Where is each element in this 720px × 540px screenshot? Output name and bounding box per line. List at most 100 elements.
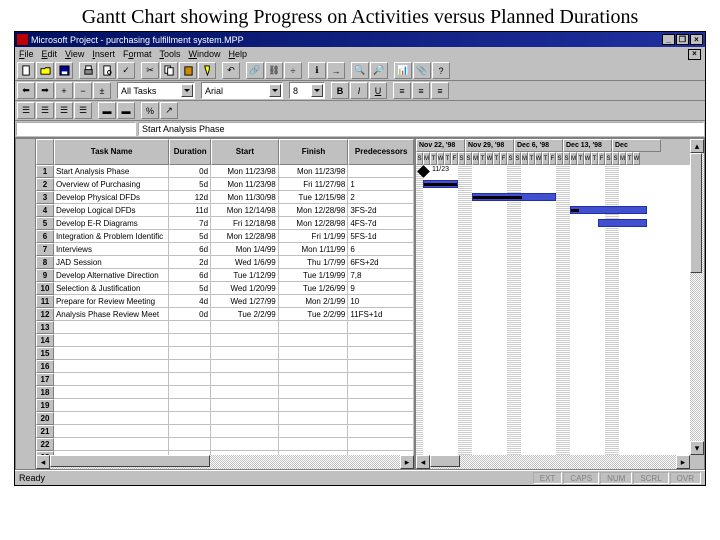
info-button[interactable]: ℹ — [308, 62, 326, 79]
menu-insert[interactable]: Insert — [92, 49, 115, 59]
table-row[interactable]: 4Develop Logical DFDs11dMon 12/14/98Mon … — [36, 204, 414, 217]
table-row[interactable]: 9Develop Alternative Direction6dTue 1/12… — [36, 269, 414, 282]
help-button[interactable]: ? — [432, 62, 450, 79]
zoom-in-button[interactable]: 🔍 — [351, 62, 369, 79]
table-row[interactable]: 8JAD Session2dWed 1/6/99Thu 1/7/996FS+2d — [36, 256, 414, 269]
menu-help[interactable]: Help — [228, 49, 247, 59]
gantt-body[interactable]: 11/23 — [416, 165, 690, 455]
tracking-btn8[interactable]: ↗ — [160, 102, 178, 119]
table-row[interactable]: 17 — [36, 373, 414, 386]
table-row[interactable]: 1Start Analysis Phase0dMon 11/23/98Mon 1… — [36, 165, 414, 178]
table-row[interactable]: 2Overview of Purchasing5dMon 11/23/98Fri… — [36, 178, 414, 191]
gantt-bar[interactable] — [472, 193, 556, 201]
table-row[interactable]: 22 — [36, 438, 414, 451]
mdi-close-button[interactable]: × — [688, 49, 701, 60]
menu-format[interactable]: Format — [123, 49, 152, 59]
save-button[interactable] — [55, 62, 73, 79]
hide-subtasks-button[interactable]: − — [74, 82, 92, 99]
menu-tools[interactable]: Tools — [159, 49, 180, 59]
entry-field[interactable]: Start Analysis Phase — [138, 122, 704, 136]
goto-button[interactable]: → — [327, 62, 345, 79]
font-combo[interactable]: Arial — [201, 82, 283, 99]
zoom-out-button[interactable]: 🔎 — [370, 62, 388, 79]
table-row[interactable]: 15 — [36, 347, 414, 360]
table-row[interactable]: 5Develop E-R Diagrams7dFri 12/18/98Mon 1… — [36, 217, 414, 230]
tracking-btn7[interactable]: % — [141, 102, 159, 119]
gantt-bar[interactable] — [570, 206, 647, 214]
tracking-btn3[interactable]: ☰ — [55, 102, 73, 119]
menu-edit[interactable]: Edit — [42, 49, 58, 59]
copy-button[interactable] — [160, 62, 178, 79]
paste-button[interactable] — [179, 62, 197, 79]
menu-view[interactable]: View — [65, 49, 84, 59]
split-button[interactable]: ÷ — [284, 62, 302, 79]
maximize-button[interactable]: ❐ — [676, 34, 689, 45]
menu-file[interactable]: File — [19, 49, 34, 59]
vscroll[interactable]: ▴ ▾ — [690, 139, 704, 469]
table-row[interactable]: 7Interviews6dMon 1/4/99Mon 1/11/996 — [36, 243, 414, 256]
tracking-btn5[interactable]: ▬ — [98, 102, 116, 119]
col-indicator[interactable] — [36, 139, 54, 165]
timescale-header[interactable]: Nov 22, '98Nov 29, '98Dec 6, '98Dec 13, … — [416, 139, 690, 165]
col-finish[interactable]: Finish — [279, 139, 349, 165]
table-row[interactable]: 18 — [36, 386, 414, 399]
print-button[interactable] — [79, 62, 97, 79]
col-name[interactable]: Task Name — [54, 139, 169, 165]
scroll-left-icon[interactable]: ◂ — [416, 455, 430, 469]
table-row[interactable]: 3Develop Physical DFDs12dMon 11/30/98Tue… — [36, 191, 414, 204]
col-pred[interactable]: Predecessors — [348, 139, 414, 165]
underline-button[interactable]: U — [369, 82, 387, 99]
gantt-wizard-button[interactable]: 📊 — [394, 62, 412, 79]
scroll-right-icon[interactable]: ▸ — [676, 455, 690, 469]
table-row[interactable]: 16 — [36, 360, 414, 373]
table-row[interactable]: 19 — [36, 399, 414, 412]
print-preview-button[interactable] — [98, 62, 116, 79]
show-all-button[interactable]: ± — [93, 82, 111, 99]
close-button[interactable]: × — [690, 34, 703, 45]
scroll-up-icon[interactable]: ▴ — [690, 139, 704, 153]
cell-reference[interactable] — [16, 122, 136, 136]
table-row[interactable]: 14 — [36, 334, 414, 347]
spelling-button[interactable]: ✓ — [117, 62, 135, 79]
table-row[interactable]: 13 — [36, 321, 414, 334]
filter-combo[interactable]: All Tasks — [117, 82, 195, 99]
menu-window[interactable]: Window — [188, 49, 220, 59]
tracking-btn4[interactable]: ☰ — [74, 102, 92, 119]
indent-button[interactable]: ➡ — [36, 82, 54, 99]
gantt-bar[interactable] — [598, 219, 647, 227]
format-painter-button[interactable] — [198, 62, 216, 79]
scroll-right-icon[interactable]: ▸ — [400, 455, 414, 469]
tracking-btn2[interactable]: ☰ — [36, 102, 54, 119]
bold-button[interactable]: B — [331, 82, 349, 99]
show-subtasks-button[interactable]: + — [55, 82, 73, 99]
table-row[interactable]: 10Selection & Justification5dWed 1/20/99… — [36, 282, 414, 295]
align-center-button[interactable]: ≡ — [412, 82, 430, 99]
new-button[interactable] — [17, 62, 35, 79]
table-row[interactable]: 11Prepare for Review Meeting4dWed 1/27/9… — [36, 295, 414, 308]
titlebar[interactable]: Microsoft Project - purchasing fulfillme… — [15, 32, 705, 47]
scroll-down-icon[interactable]: ▾ — [690, 441, 704, 455]
col-duration[interactable]: Duration — [169, 139, 211, 165]
office-button[interactable]: 📎 — [413, 62, 431, 79]
table-row[interactable]: 6Integration & Problem Identific5dMon 12… — [36, 230, 414, 243]
col-start[interactable]: Start — [211, 139, 279, 165]
grid-hscroll[interactable]: ◂ ▸ — [36, 455, 414, 469]
align-right-button[interactable]: ≡ — [431, 82, 449, 99]
unlink-button[interactable]: ⛓ — [265, 62, 283, 79]
gantt-bar[interactable] — [423, 180, 458, 188]
gantt-hscroll[interactable]: ◂ ▸ — [416, 455, 690, 469]
link-button[interactable]: 🔗 — [246, 62, 264, 79]
italic-button[interactable]: I — [350, 82, 368, 99]
tracking-btn6[interactable]: ▬ — [117, 102, 135, 119]
table-row[interactable]: 21 — [36, 425, 414, 438]
align-left-button[interactable]: ≡ — [393, 82, 411, 99]
open-button[interactable] — [36, 62, 54, 79]
undo-button[interactable]: ↶ — [222, 62, 240, 79]
cut-button[interactable]: ✂ — [141, 62, 159, 79]
scroll-left-icon[interactable]: ◂ — [36, 455, 50, 469]
font-size-combo[interactable]: 8 — [289, 82, 325, 99]
view-bar[interactable] — [16, 139, 36, 469]
grid-body[interactable]: 1Start Analysis Phase0dMon 11/23/98Mon 1… — [36, 165, 414, 455]
outdent-button[interactable]: ⬅ — [17, 82, 35, 99]
table-row[interactable]: 20 — [36, 412, 414, 425]
